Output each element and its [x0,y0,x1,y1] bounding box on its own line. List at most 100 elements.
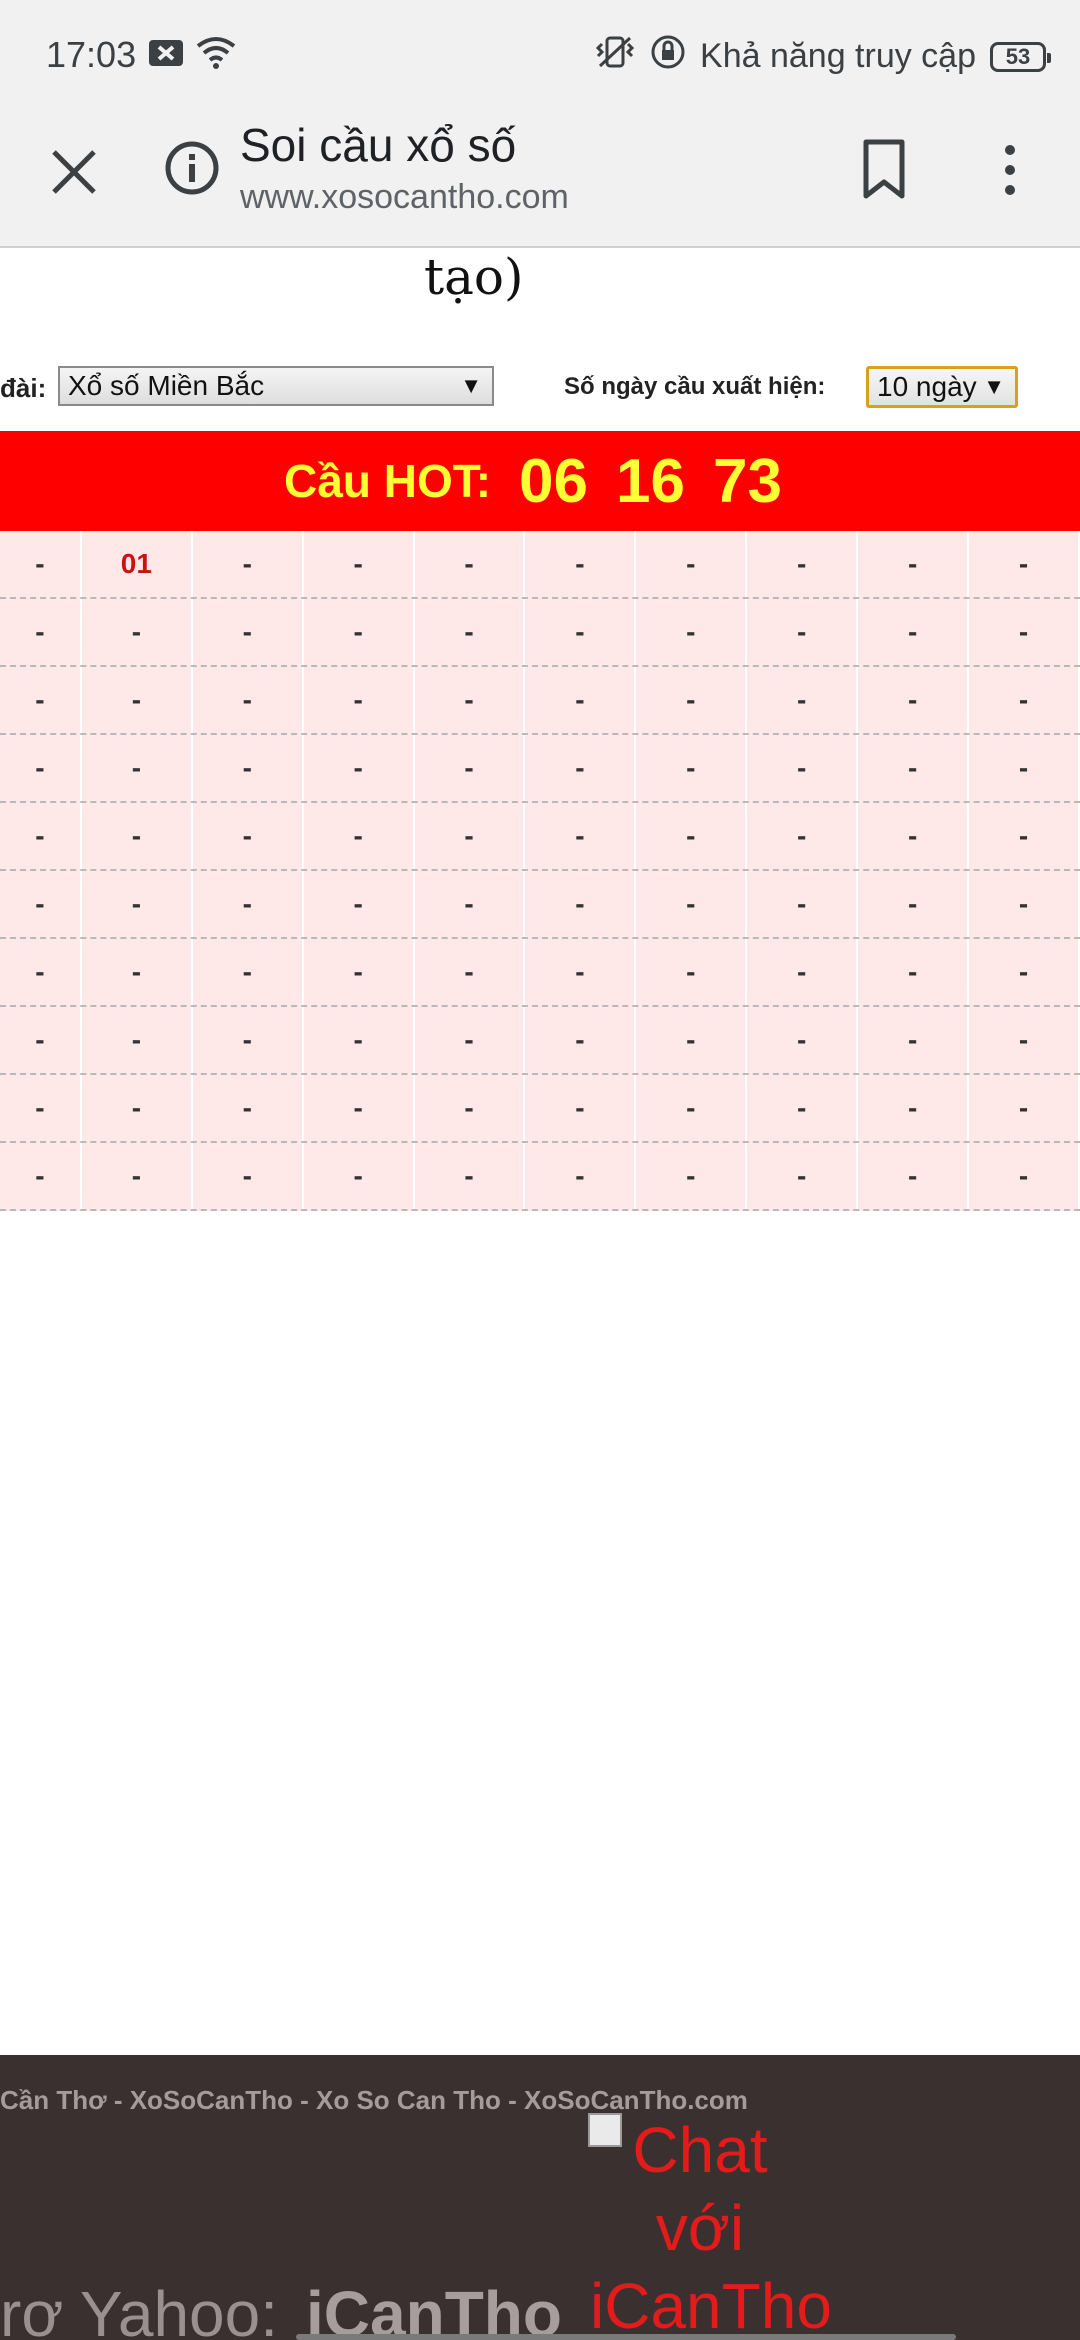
grid-cell: - [415,1007,526,1073]
grid-cell: - [969,531,1080,597]
grid-cell: - [525,803,637,869]
grid-cell: 01 [82,531,193,597]
grid-cell: - [0,531,82,597]
info-icon[interactable] [162,138,222,198]
grid-cell: - [858,667,970,733]
wifi-icon [196,36,236,75]
grid-cell: - [858,599,970,665]
dropdown-arrow-icon: ▼ [460,373,482,398]
page-url[interactable]: www.xosocantho.com [240,178,569,217]
grid-cell: - [525,871,637,937]
page-content: tạo) đài: Xổ số Miền Bắc ▼ Số ngày cầu x… [0,248,1080,2340]
grid-cell: - [858,1075,970,1141]
grid-cell: - [636,871,748,937]
grid-cell: - [747,735,859,801]
grid-cell: - [304,531,415,597]
grid-cell: - [304,599,415,665]
grid-cell: - [525,599,637,665]
grid-cell: - [0,803,82,869]
grid-cell: - [0,599,82,665]
dropdown-arrow-icon: ▼ [983,374,1005,399]
grid-cell: - [304,1143,415,1209]
hot-banner: Cầu HOT: 06 16 73 [0,431,1080,531]
grid-cell: - [304,871,415,937]
grid-cell: - [82,667,193,733]
grid-cell: - [0,871,82,937]
grid-cell: - [193,803,304,869]
grid-cell: - [636,1143,748,1209]
grid-cell: - [82,735,193,801]
grid-cell: - [636,599,748,665]
grid-cell: - [193,939,304,1005]
page-title: Soi cầu xổ số [240,119,517,171]
chat-link[interactable]: Chat với iCanTho [590,2111,832,2340]
bookmark-icon[interactable] [856,138,912,200]
grid-cell: - [193,531,304,597]
accessibility-text: Khả năng truy cập [700,37,976,75]
grid-cell: - [82,871,193,937]
grid-cell: - [858,803,970,869]
grid-cell: - [636,667,748,733]
grid-cell: - [0,1007,82,1073]
grid-cell: - [193,1075,304,1141]
grid-cell: - [969,1007,1080,1073]
support-label: rợ Yahoo: [0,2278,278,2340]
grid-cell: - [747,939,859,1005]
grid-cell: - [0,1143,82,1209]
grid-row: ---------- [0,599,1080,667]
grid-cell: - [304,735,415,801]
grid-cell: - [969,599,1080,665]
grid-row: ---------- [0,939,1080,1007]
battery-level: 53 [1005,43,1031,69]
footer: Cần Thơ - XoSoCanTho - Xo So Can Tho - X… [0,2055,1080,2340]
grid-cell: - [415,1143,526,1209]
grid-cell: - [525,667,637,733]
grid-cell: - [415,667,526,733]
grid-cell: - [415,531,526,597]
grid-cell: - [525,531,637,597]
station-select[interactable]: Xổ số Miền Bắc ▼ [58,366,494,406]
grid-cell: - [304,1007,415,1073]
grid-cell: - [82,1007,193,1073]
grid-row: ---------- [0,1007,1080,1075]
station-label: đài: [0,373,47,403]
grid-cell: - [636,803,748,869]
hot-number[interactable]: 06 [519,446,588,517]
days-select-value: 10 ngày [877,371,977,402]
support-id[interactable]: iCanTho [306,2277,562,2340]
grid-row: ---------- [0,1075,1080,1143]
grid-cell: - [415,939,526,1005]
close-icon[interactable] [44,142,104,202]
vibrate-icon [594,34,636,79]
grid-cell: - [636,735,748,801]
hot-number[interactable]: 16 [616,446,685,517]
grid-cell: - [969,1075,1080,1141]
horizontal-scrollbar[interactable] [296,2334,956,2340]
grid-cell: - [415,599,526,665]
grid-row: ---------- [0,803,1080,871]
days-select[interactable]: 10 ngày ▼ [866,366,1018,408]
battery-icon: 53 [990,41,1051,72]
grid-cell: - [193,1007,304,1073]
grid-cell: - [525,1075,637,1141]
heading-fragment: tạo) [424,248,524,306]
grid-cell: - [525,1007,637,1073]
hot-number[interactable]: 73 [713,446,782,517]
grid-cell: - [747,871,859,937]
grid-cell: - [747,1007,859,1073]
grid-cell: - [747,531,859,597]
grid-cell: - [969,939,1080,1005]
grid-cell: - [858,939,970,1005]
grid-cell: - [636,1007,748,1073]
grid-cell: - [636,531,748,597]
status-time: 17:03 [46,34,137,75]
grid-cell: - [858,531,970,597]
grid-cell: - [969,735,1080,801]
grid-cell: - [415,803,526,869]
grid-cell: - [82,1143,193,1209]
grid-cell: - [415,871,526,937]
grid-cell: - [747,599,859,665]
grid-row: ---------- [0,735,1080,803]
grid-cell: - [747,667,859,733]
more-vert-icon[interactable] [990,140,1030,200]
